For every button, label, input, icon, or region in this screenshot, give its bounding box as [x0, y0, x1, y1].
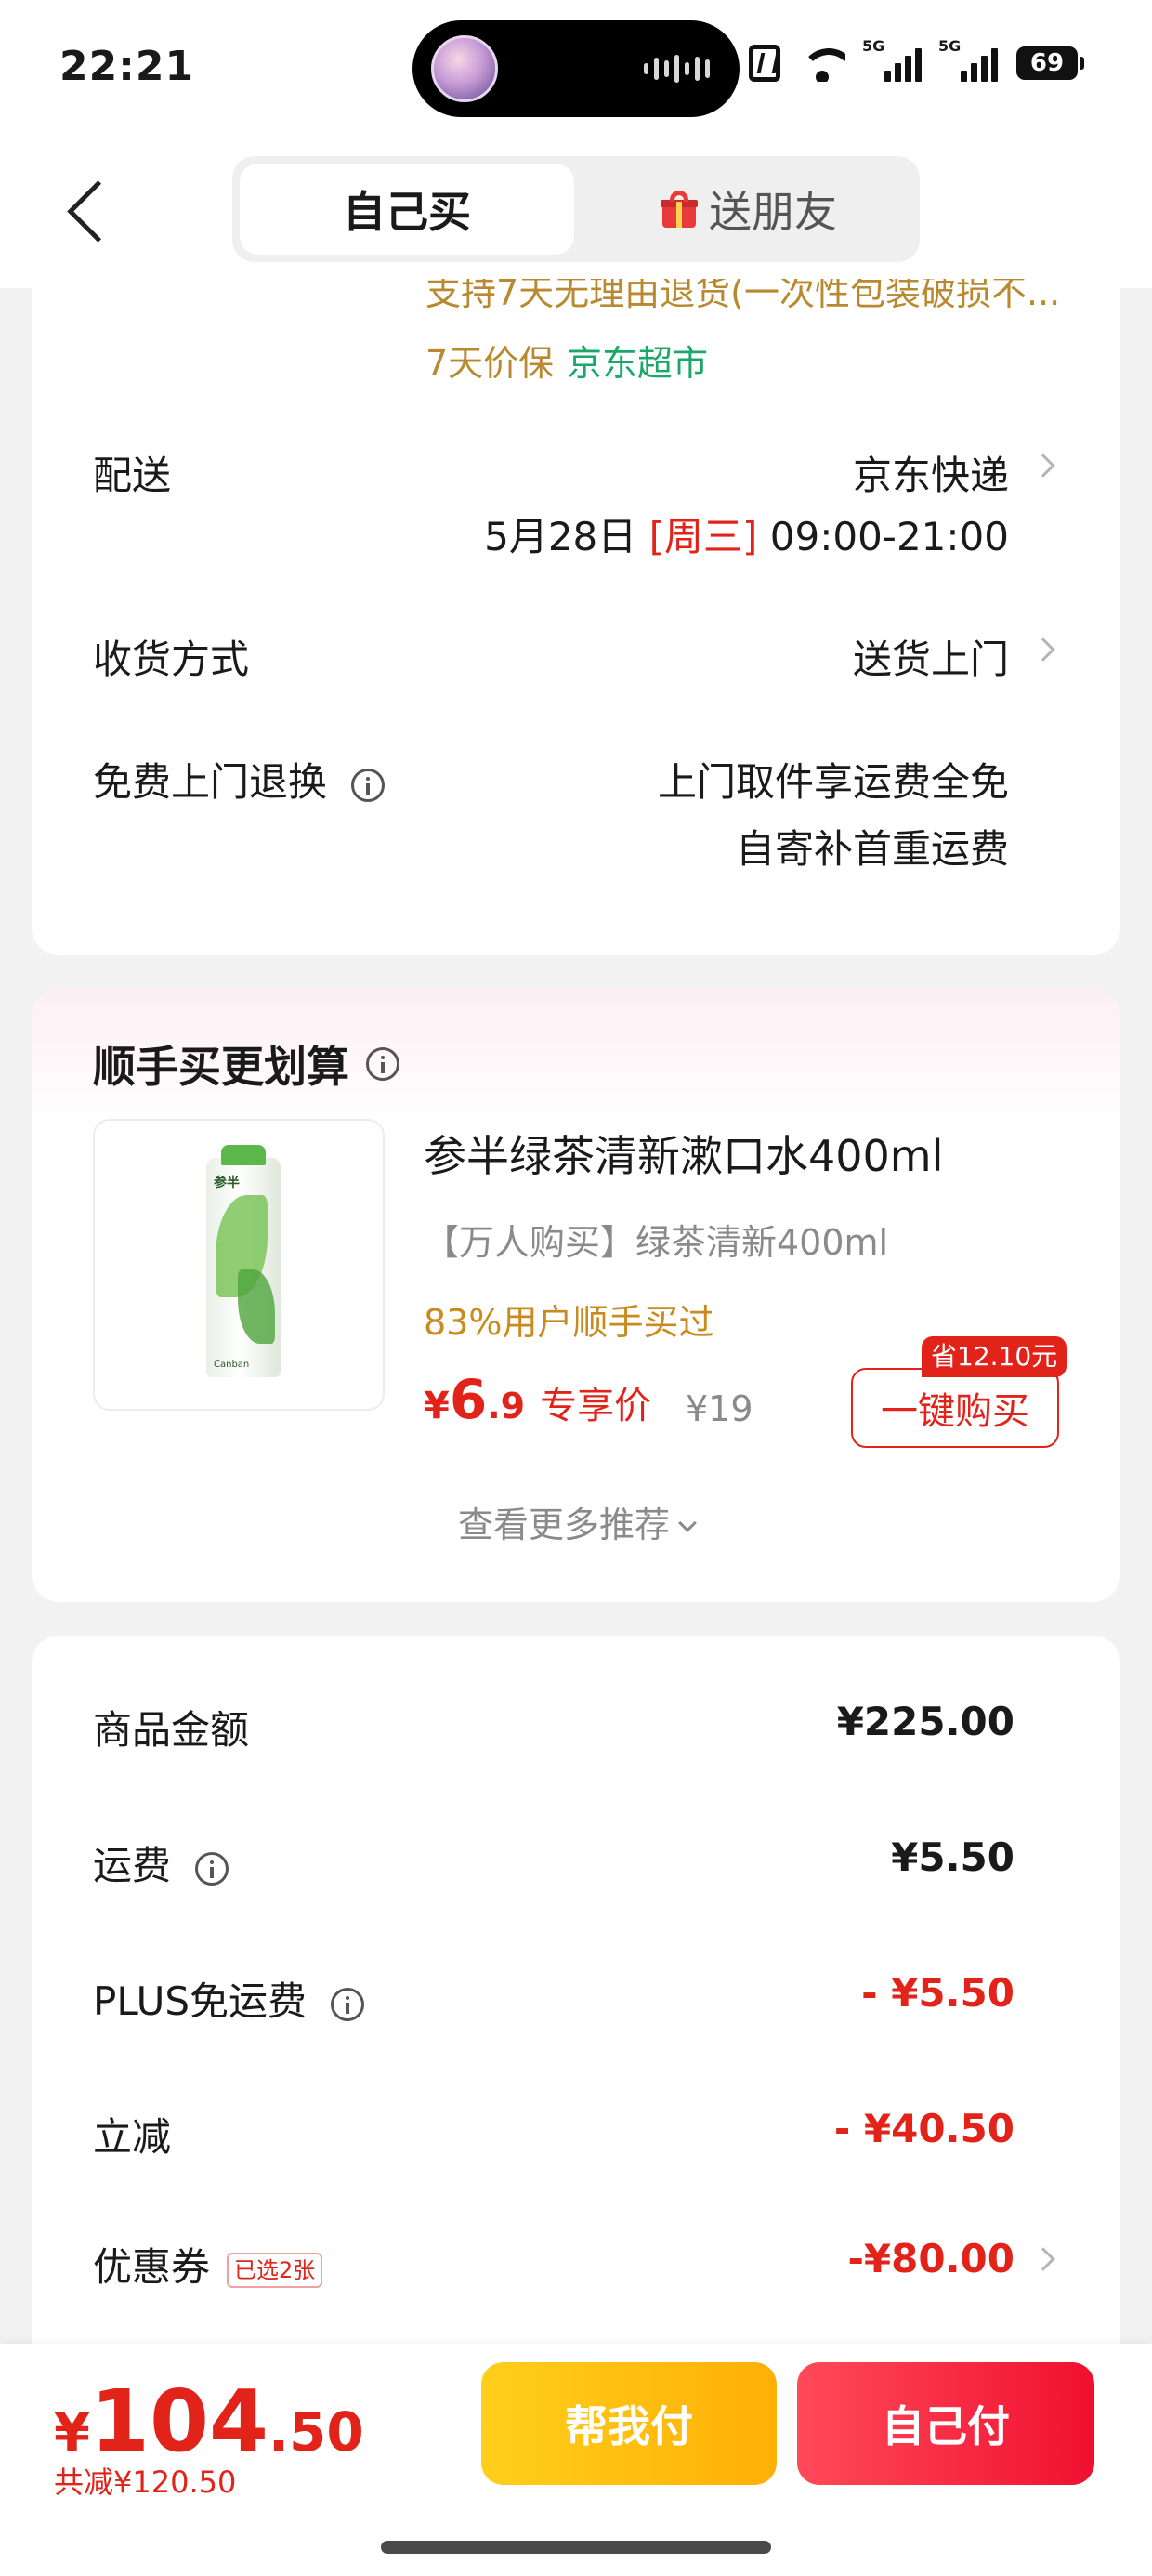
network-type: 5G [862, 37, 885, 55]
coupon-value[interactable]: -¥80.00 [847, 2236, 1015, 2281]
mouthwash-bottle-icon: 参半 Canban [206, 1145, 281, 1377]
signal-icon-2: 5G [938, 37, 998, 82]
status-time: 22:21 [59, 43, 195, 90]
price-tag: 专享价 [540, 1385, 652, 1427]
total-saved[interactable]: 共减¥120.50 [54, 2459, 236, 2502]
addon-title-text: 顺手买更划算 [93, 1042, 349, 1092]
addon-title: 顺手买更划算 [93, 1033, 399, 1095]
delivery-time[interactable]: 5月28日 [周三] 09:00-21:00 [484, 506, 1009, 562]
status-bar: 22:21 5G 5G 69 [0, 0, 1152, 139]
total-int: 104 [89, 2372, 269, 2471]
info-icon[interactable] [351, 768, 386, 802]
back-button[interactable] [59, 177, 111, 251]
signal-icon: 5G [862, 37, 922, 82]
home-indicator[interactable] [381, 2541, 771, 2554]
total-price: ¥104.50 [54, 2372, 364, 2471]
instant-discount-label: 立减 [93, 2114, 172, 2160]
instant-discount-value: - ¥40.50 [833, 2106, 1015, 2151]
product-subtitle: 【万人购买】绿茶清新400ml [424, 1222, 889, 1263]
delivery-card: 支持7天无理由退货(一次性包装破损不... 7天价保 京东超市 配送 京东快递 … [32, 279, 1120, 955]
one-click-buy-button[interactable]: 一键购买 [851, 1368, 1059, 1448]
help-me-pay-button[interactable]: 帮我付 [481, 2362, 777, 2485]
goods-amount-label: 商品金额 [93, 1707, 250, 1753]
bottle-foot: Canban [214, 1360, 250, 1370]
free-return-text: 免费上门退换 [93, 759, 328, 805]
goods-amount-value: ¥225.00 [836, 1699, 1015, 1744]
battery-icon: 69 [1016, 46, 1084, 80]
gift-icon [661, 191, 698, 228]
freight-value: ¥5.50 [891, 1834, 1015, 1880]
chevron-down-icon [678, 1514, 697, 1532]
chevron-right-icon[interactable] [1031, 637, 1055, 662]
info-icon[interactable] [195, 1851, 229, 1886]
coupon-text: 优惠券 [93, 2244, 211, 2290]
tab-send-friend[interactable]: 送朋友 [585, 164, 912, 255]
price-symbol: ¥ [424, 1385, 450, 1427]
free-return-line1: 上门取件享运费全免 [657, 759, 1009, 805]
save-badge: 省12.10元 [922, 1336, 1067, 1377]
total-symbol: ¥ [54, 2403, 90, 2464]
delivery-weekday: [周三] [648, 514, 758, 559]
tab-send-friend-label: 送朋友 [709, 187, 837, 237]
price-int: 6 [449, 1368, 488, 1431]
chevron-right-icon[interactable] [1031, 453, 1055, 478]
return-policy-text: 支持7天无理由退货(一次性包装破损不... [425, 279, 1061, 313]
product-price: ¥6.9 专享价 [424, 1368, 651, 1431]
product-image[interactable]: 参半 Canban [93, 1119, 385, 1411]
pay-self-button[interactable]: 自己付 [797, 2362, 1094, 2485]
plus-free-shipping-text: PLUS免运费 [93, 1978, 308, 2024]
freight-text: 运费 [93, 1843, 172, 1888]
purchase-mode-tabs: 自己买 送朋友 [232, 156, 920, 262]
product-bought-rate: 83%用户顺手买过 [424, 1302, 714, 1343]
more-recommendations-text: 查看更多推荐 [457, 1505, 670, 1545]
bottle-brand: 参半 [214, 1176, 240, 1190]
status-icons: 5G 5G 69 [749, 37, 1084, 82]
coupon-count-badge: 已选2张 [227, 2252, 323, 2288]
addon-card: 顺手买更划算 参半 Canban 参半绿茶清新漱口水400ml 【万人购买】绿茶… [32, 989, 1120, 1602]
shipping-label: 配送 [93, 453, 172, 498]
info-icon[interactable] [366, 1047, 399, 1081]
wifi-icon [799, 45, 845, 82]
more-recommendations-link[interactable]: 查看更多推荐 [32, 1496, 1120, 1547]
price-dec: .9 [487, 1386, 526, 1426]
audio-wave-icon [644, 54, 710, 84]
free-return-label: 免费上门退换 [93, 751, 386, 808]
chevron-right-icon[interactable] [1031, 2247, 1055, 2271]
free-return-line2: 自寄补首重运费 [735, 826, 1009, 872]
delivery-time-range: 09:00-21:00 [769, 514, 1009, 559]
coupon-label[interactable]: 优惠券 已选2张 [93, 2236, 323, 2293]
freight-label: 运费 [93, 1834, 229, 1891]
header: 自己买 送朋友 [0, 139, 1152, 288]
product-name[interactable]: 参半绿茶清新漱口水400ml [424, 1123, 943, 1184]
tab-buy-self[interactable]: 自己买 [240, 164, 574, 255]
original-price: ¥19 [686, 1388, 753, 1429]
info-icon[interactable] [331, 1987, 365, 2021]
price-protection-text: 7天价保 [425, 343, 555, 384]
plus-free-shipping-label: PLUS免运费 [93, 1970, 365, 2027]
delivery-date: 5月28日 [484, 514, 637, 559]
shipping-method[interactable]: 京东快递 [853, 444, 1009, 501]
dynamic-island[interactable] [412, 20, 740, 117]
total-dec: .50 [268, 2400, 364, 2464]
checkout-bar: ¥104.50 共减¥120.50 帮我付 自己付 [0, 2344, 1152, 2576]
music-cover-icon [431, 35, 498, 102]
receive-method-label: 收货方式 [93, 637, 250, 682]
receive-method-value[interactable]: 送货上门 [853, 628, 1009, 685]
plus-free-shipping-value: - ¥5.50 [861, 1970, 1015, 2016]
nfc-icon [749, 45, 780, 82]
network-type-2: 5G [938, 37, 962, 55]
store-name[interactable]: 京东超市 [567, 335, 708, 386]
